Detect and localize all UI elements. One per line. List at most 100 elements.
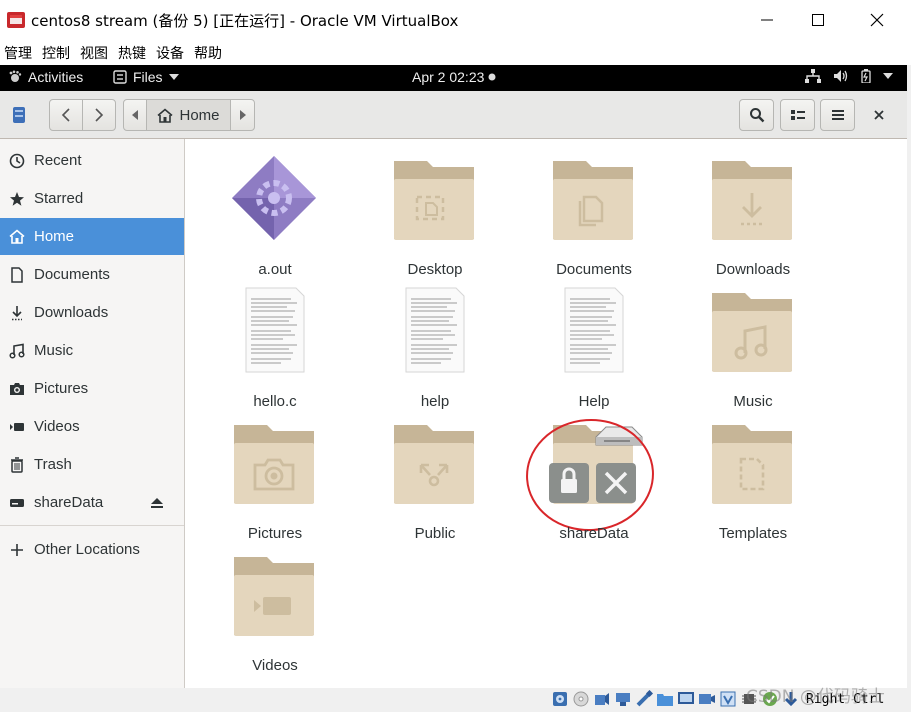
file-item-pictures[interactable]: Pictures [196,417,346,547]
menu-button[interactable] [820,99,855,131]
hamburger-icon [831,110,844,120]
back-button[interactable] [49,99,83,131]
sidebar-item-documents[interactable]: Documents [0,256,184,293]
usb-icon[interactable] [635,690,653,708]
sidebar-item-label: Pictures [34,380,89,397]
sidebar-item-label: Recent [34,152,82,169]
file-item-public[interactable]: Public [356,417,506,547]
files-app-icon-glyph [13,107,25,123]
sidebar-item-videos[interactable]: Videos [0,408,184,445]
sidebar-item-trash[interactable]: Trash [0,446,184,483]
sidebar-item-label: Trash [34,456,72,473]
file-item-videos[interactable]: Videos [196,549,346,679]
triangle-right-icon [239,110,246,120]
menu-hotkeys[interactable]: 热键 [114,40,152,65]
eject-icon[interactable] [150,497,164,509]
video-icon [8,418,26,436]
file-item-a-out[interactable]: a.out [196,153,346,283]
sidebar-item-home[interactable]: Home [0,218,184,255]
sidebar-item-pictures[interactable]: Pictures [0,370,184,407]
search-icon [749,108,764,123]
notification-dot-icon [488,73,496,81]
menu-control[interactable]: 控制 [38,40,76,65]
file-item-help[interactable]: help [356,285,506,415]
sidebar-item-music[interactable]: Music [0,332,184,369]
menu-view[interactable]: 视图 [76,40,114,65]
file-item-templates[interactable]: Templates [674,417,824,547]
volume-icon [834,70,848,82]
menu-help[interactable]: 帮助 [190,40,228,65]
file-name: Pictures [247,525,303,542]
close-icon [874,110,884,120]
minimize-icon [761,19,773,21]
view-toggle-button[interactable] [780,99,815,131]
virtualization-icon[interactable] [719,690,737,708]
network-icon [805,69,821,83]
folder-desktop-icon [394,161,474,240]
home-icon [157,107,174,123]
file-item-hello-c[interactable]: hello.c [196,285,346,415]
file-name: Templates [718,525,788,542]
optical-drive-icon[interactable] [572,690,590,708]
folder-videos-icon [234,557,314,636]
folder-public-icon [394,425,474,504]
path-bar-home-label: Home [179,106,220,124]
file-name: help [420,393,450,410]
minimize-button[interactable] [744,5,790,35]
folder-documents-icon [553,161,633,240]
network-adapter-icon[interactable] [614,690,632,708]
file-item-music[interactable]: Music [674,285,824,415]
file-item-downloads[interactable]: Downloads [674,153,824,283]
file-item-sharedata[interactable]: shareData [515,417,665,547]
menu-devices[interactable]: 设备 [152,40,190,65]
file-item-desktop[interactable]: Desktop [356,153,506,283]
plus-icon [8,541,26,559]
sidebar-item-sharedata[interactable]: shareData [0,484,184,521]
activities-button[interactable]: Activities [8,69,83,85]
path-bar-home[interactable]: Home [146,99,231,131]
shared-folders-icon[interactable] [656,690,674,708]
file-item-documents[interactable]: Documents [515,153,665,283]
hard-disk-icon[interactable] [551,690,569,708]
path-bar-scroll-right[interactable] [230,99,255,131]
forward-button[interactable] [82,99,116,131]
audio-icon[interactable] [593,690,611,708]
home-icon [8,228,26,246]
file-item-help-upper[interactable]: Help [515,285,665,415]
search-button[interactable] [739,99,774,131]
folder-downloads-icon [712,161,792,240]
clock[interactable]: Apr 2 02:23 [412,69,496,85]
file-icon-view: a.out Desktop Documents Downloads hello.… [186,139,907,688]
trash-icon [8,456,26,474]
sidebar-item-other-locations[interactable]: Other Locations [0,531,184,568]
video-capture-icon[interactable] [698,690,716,708]
battery-icon [861,69,871,83]
path-bar-scroll-left[interactable] [123,99,147,131]
files-app-menu[interactable]: Files [113,69,179,85]
display-icon[interactable] [677,690,695,708]
files-cabinet-icon [113,70,127,84]
executable-icon [232,156,316,240]
nautilus-headerbar: Home [0,91,907,139]
file-name: Documents [556,261,632,278]
system-tray[interactable] [805,69,893,83]
file-name: hello.c [253,393,297,410]
triangle-left-icon [132,110,138,120]
chevron-right-icon [95,108,104,122]
file-name: Downloads [715,261,791,278]
sidebar-item-starred[interactable]: Starred [0,180,184,217]
menu-manage[interactable]: 管理 [0,40,38,65]
sidebar-item-label: Videos [34,418,80,435]
file-name: Public [414,525,456,542]
sidebar-item-downloads[interactable]: Downloads [0,294,184,331]
document-icon [8,266,26,284]
sidebar-item-recent[interactable]: Recent [0,142,184,179]
window-close-button[interactable] [854,5,900,35]
maximize-button[interactable] [795,5,841,35]
nautilus-close-button[interactable] [868,104,890,126]
file-name: Desktop [407,261,463,278]
folder-templates-icon [712,425,792,504]
file-name: shareData [559,525,629,542]
file-name: Videos [252,657,298,674]
chevron-down-icon [883,73,893,79]
